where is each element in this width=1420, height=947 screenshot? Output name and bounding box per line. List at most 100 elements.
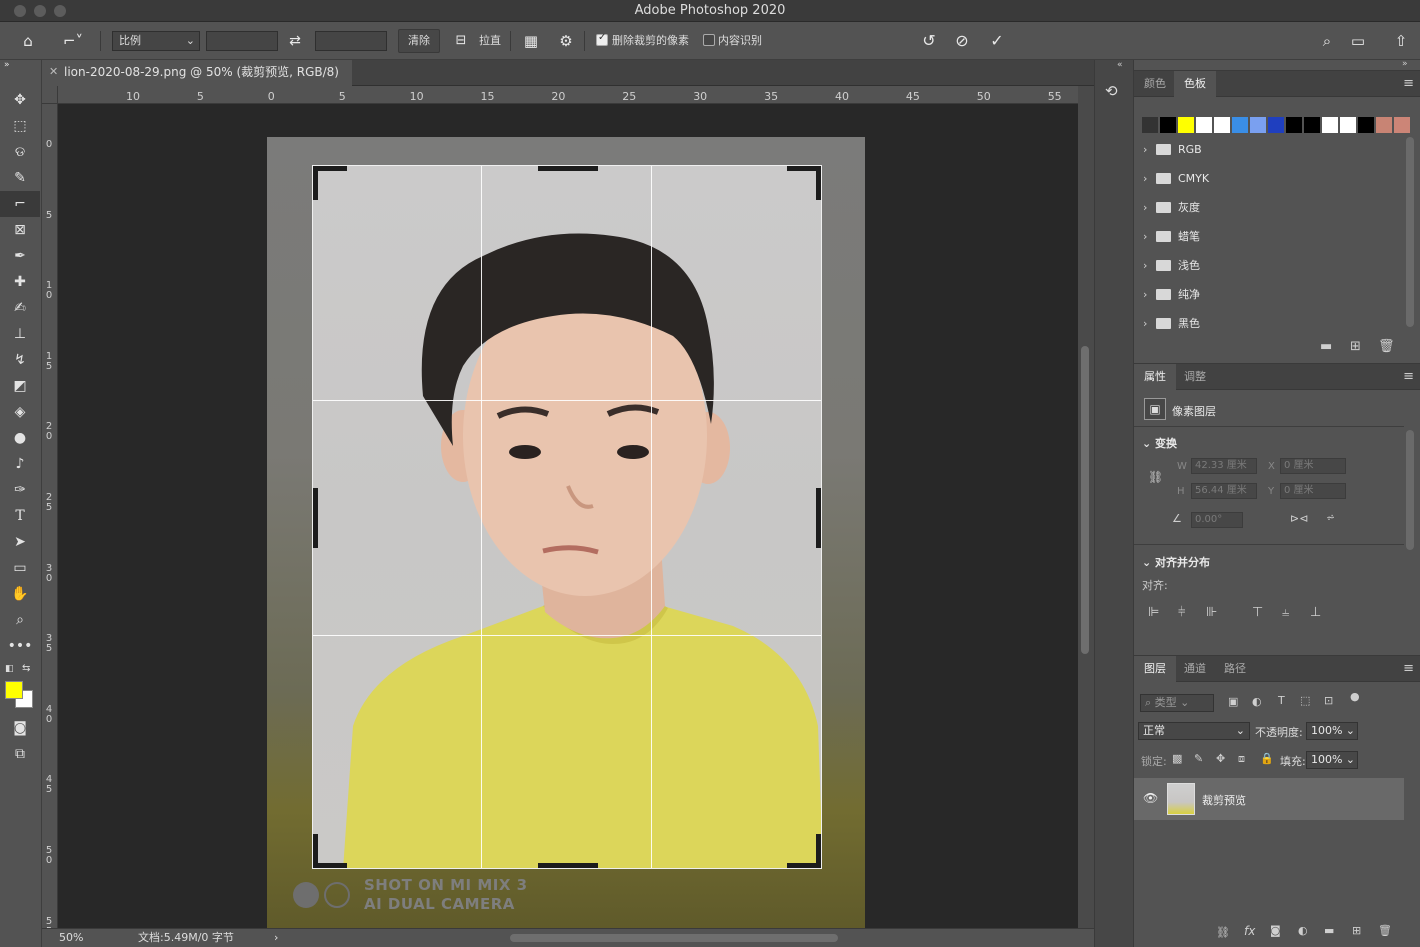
trash-icon[interactable]: 🗑 xyxy=(1378,924,1392,937)
vertical-ruler[interactable]: 0510152025303540455055 xyxy=(42,104,58,936)
filter-pixel-icon[interactable]: ▣ xyxy=(1228,695,1238,708)
color-swatch[interactable] xyxy=(1286,117,1302,133)
align-right-icon[interactable]: ⊪ xyxy=(1206,605,1217,620)
straighten-label[interactable]: 拉直 xyxy=(479,34,501,48)
new-layer-icon[interactable]: ⊞ xyxy=(1352,924,1361,937)
y-field[interactable]: 0 厘米 xyxy=(1280,483,1346,499)
ratio-width-input[interactable] xyxy=(206,31,278,51)
chevron-right-icon[interactable]: › xyxy=(1143,251,1147,280)
swap-icon[interactable]: ⇄ xyxy=(284,22,306,60)
crop-handle-bottom[interactable] xyxy=(538,863,598,868)
tab-channels[interactable]: 通道 xyxy=(1174,656,1216,682)
color-swatch[interactable] xyxy=(1142,117,1158,133)
search-icon[interactable]: ⌕ xyxy=(1316,22,1338,60)
stamp-tool-icon[interactable]: ⊥ xyxy=(0,321,40,347)
width-field[interactable]: 42.33 厘米 xyxy=(1191,458,1257,474)
tab-swatches[interactable]: 色板 xyxy=(1174,71,1216,97)
crop-box[interactable] xyxy=(312,165,822,869)
tab-properties[interactable]: 属性 xyxy=(1134,364,1176,390)
horizontal-ruler[interactable]: 10 5 0 5 10 15 20 25 30 35 40 45 50 55 xyxy=(58,86,1078,104)
filter-type-icon[interactable]: T xyxy=(1278,694,1285,707)
group-folder-icon[interactable]: ▬ xyxy=(1324,924,1334,937)
swatch-group[interactable]: › 黑色 xyxy=(1134,309,1404,338)
filter-adjustment-icon[interactable]: ◐ xyxy=(1252,695,1262,708)
type-tool-icon[interactable]: T xyxy=(0,503,40,529)
chevron-right-icon[interactable]: › xyxy=(1143,309,1147,338)
zoom-level[interactable]: 50% xyxy=(59,929,83,947)
link-layers-icon[interactable]: ⛓ xyxy=(1216,926,1230,939)
x-field[interactable]: 0 厘米 xyxy=(1280,458,1346,474)
align-section[interactable]: ⌄ 对齐并分布 xyxy=(1142,554,1210,570)
crop-tool-preset-icon[interactable]: ⌐˅ xyxy=(58,22,88,60)
lasso-tool-icon[interactable]: ଡ xyxy=(0,139,40,165)
collapse-icon[interactable]: « xyxy=(1117,60,1123,70)
add-mask-icon[interactable]: ◙ xyxy=(1270,924,1281,937)
quick-select-tool-icon[interactable]: ✎ xyxy=(0,165,40,191)
lock-artboard-icon[interactable]: ⧈ xyxy=(1238,752,1245,766)
horizontal-scroll-thumb[interactable] xyxy=(510,934,838,942)
overlay-grid-icon[interactable]: ▦ xyxy=(520,22,542,60)
close-tab-icon[interactable]: ✕ xyxy=(49,60,58,84)
layer-thumbnail[interactable] xyxy=(1167,783,1195,815)
color-swatch[interactable] xyxy=(1160,117,1176,133)
crop-tool-icon[interactable]: ⌐ xyxy=(0,191,40,217)
healing-brush-tool-icon[interactable]: ✚ xyxy=(0,269,40,295)
link-icon[interactable]: ⛓ xyxy=(1148,470,1163,484)
more-tools-icon[interactable]: ••• xyxy=(0,633,40,659)
swatch-group[interactable]: › CMYK xyxy=(1134,164,1404,193)
delete-cropped-checkbox[interactable] xyxy=(596,32,608,46)
history-brush-tool-icon[interactable]: ↯ xyxy=(0,347,40,373)
swap-colors-icon[interactable]: ⇆ xyxy=(22,663,30,674)
tab-adjustments[interactable]: 调整 xyxy=(1174,364,1216,390)
quick-mask-icon[interactable]: ◙ xyxy=(0,715,40,741)
cancel-icon[interactable]: ⊘ xyxy=(951,22,973,60)
color-swatch[interactable] xyxy=(1250,117,1266,133)
delete-cropped-label[interactable]: 删除裁剪的像素 xyxy=(612,34,689,48)
height-field[interactable]: 56.44 厘米 xyxy=(1191,483,1257,499)
close-window-button[interactable] xyxy=(14,5,26,17)
share-icon[interactable]: ⇧ xyxy=(1390,22,1412,60)
path-select-tool-icon[interactable]: ➤ xyxy=(0,529,40,555)
crop-handle-left[interactable] xyxy=(313,488,318,548)
zoom-tool-icon[interactable]: ⌕ xyxy=(0,607,40,633)
window-controls[interactable] xyxy=(14,5,66,17)
hand-tool-icon[interactable]: ✋ xyxy=(0,581,40,607)
gear-icon[interactable]: ⚙ xyxy=(555,22,577,60)
color-swatch[interactable] xyxy=(1340,117,1356,133)
align-top-icon[interactable]: ⊤ xyxy=(1252,605,1263,620)
content-aware-label[interactable]: 内容识别 xyxy=(718,34,762,48)
rectangle-tool-icon[interactable]: ▭ xyxy=(0,555,40,581)
commit-check-icon[interactable]: ✓ xyxy=(986,22,1008,60)
layer-name[interactable]: 裁剪预览 xyxy=(1202,792,1246,808)
ruler-origin[interactable] xyxy=(42,86,58,104)
fx-icon[interactable]: fx xyxy=(1244,924,1255,938)
frame-tool-icon[interactable]: ⊠ xyxy=(0,217,40,243)
opacity-field[interactable]: 100% ⌄ xyxy=(1306,722,1358,740)
scroll-thumb[interactable] xyxy=(1406,430,1414,550)
move-tool-icon[interactable]: ✥ xyxy=(0,87,40,113)
color-swatch[interactable] xyxy=(1232,117,1248,133)
color-swatch[interactable] xyxy=(1358,117,1374,133)
align-center-h-icon[interactable]: ⫩ xyxy=(1178,605,1185,620)
foreground-color-swatch[interactable] xyxy=(5,681,23,699)
layer-row[interactable]: 👁 裁剪预览 xyxy=(1134,778,1404,820)
chevron-right-icon[interactable]: › xyxy=(1143,164,1147,193)
swatch-group[interactable]: › 纯净 xyxy=(1134,280,1404,309)
new-group-icon[interactable]: ▬ xyxy=(1320,339,1332,354)
swatch-group[interactable]: › 浅色 xyxy=(1134,251,1404,280)
fill-field[interactable]: 100% ⌄ xyxy=(1306,751,1358,769)
workspace-icon[interactable]: ▭ xyxy=(1346,22,1370,60)
chevron-right-icon[interactable]: › xyxy=(1143,280,1147,309)
filter-shape-icon[interactable]: ⬚ xyxy=(1300,694,1310,707)
color-swatch[interactable] xyxy=(1178,117,1194,133)
flip-horizontal-icon[interactable]: ⊳⊲ xyxy=(1290,512,1308,525)
home-icon[interactable]: ⌂ xyxy=(16,22,40,60)
ratio-height-input[interactable] xyxy=(315,31,387,51)
swatch-group[interactable]: › RGB xyxy=(1134,135,1404,164)
canvas-area[interactable]: SHOT ON MI MIX 3 AI DUAL CAMERA xyxy=(58,104,1078,928)
swatch-group[interactable]: › 蜡笔 xyxy=(1134,222,1404,251)
color-swatch[interactable] xyxy=(1394,117,1410,133)
adjustment-layer-icon[interactable]: ◐ xyxy=(1298,924,1308,937)
filter-toggle-icon[interactable]: ● xyxy=(1350,690,1360,703)
panel-menu-icon[interactable]: ≡ xyxy=(1403,661,1414,676)
